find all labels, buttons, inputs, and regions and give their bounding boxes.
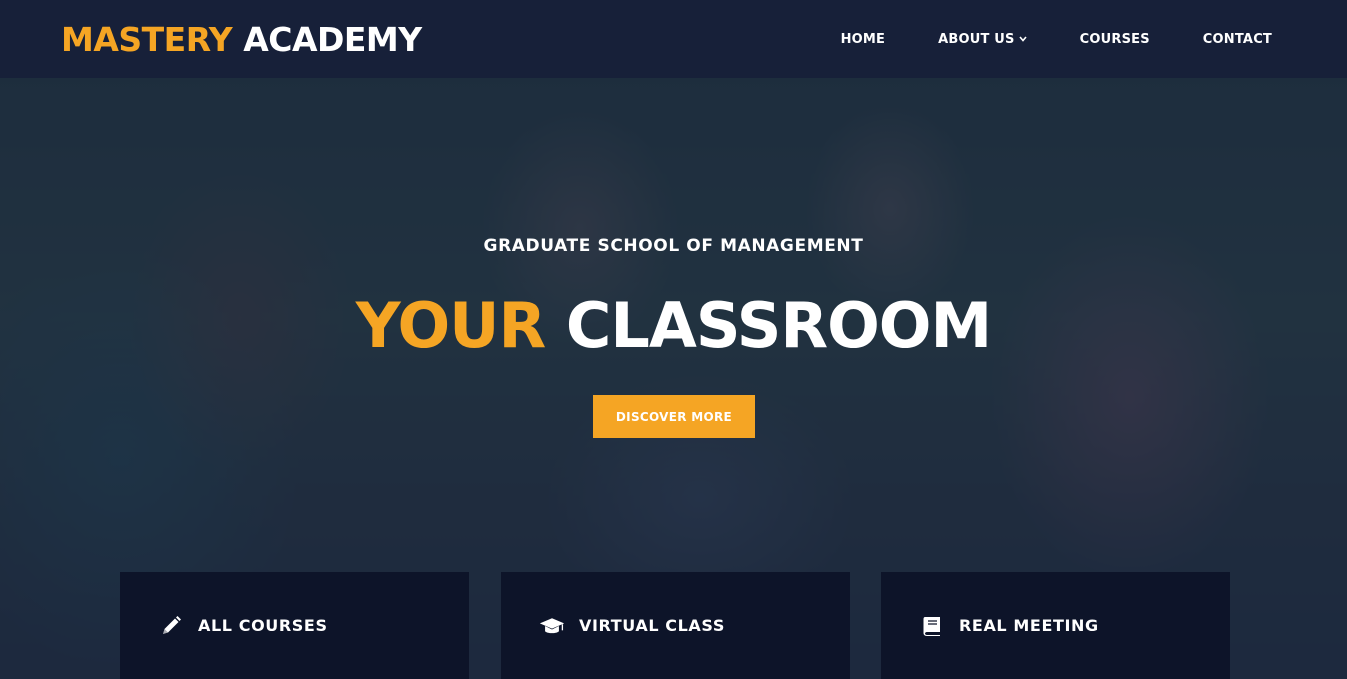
- nav-item-label: ABOUT US: [938, 31, 1015, 47]
- hero-headline: YOUR CLASSROOM: [0, 286, 1347, 366]
- site-logo[interactable]: MASTERY ACADEMY: [61, 20, 422, 59]
- graduation-cap-icon: [539, 615, 565, 637]
- logo-rest-text: ACADEMY: [243, 19, 422, 59]
- feature-card-virtual-class[interactable]: VIRTUAL CLASS: [501, 572, 850, 679]
- feature-card-real-meeting[interactable]: REAL MEETING: [881, 572, 1230, 679]
- pencil-icon: [158, 615, 184, 637]
- page: MASTERY ACADEMY HOME ABOUT US COURSES CO…: [0, 0, 1347, 679]
- feature-card-label: VIRTUAL CLASS: [579, 616, 725, 635]
- nav-item-contact[interactable]: CONTACT: [1203, 32, 1272, 47]
- nav-item-courses[interactable]: COURSES: [1080, 32, 1150, 47]
- feature-card-label: ALL COURSES: [198, 616, 328, 635]
- hero-section: GRADUATE SCHOOL OF MANAGEMENT YOUR CLASS…: [0, 78, 1347, 679]
- nav-item-label: CONTACT: [1202, 31, 1272, 47]
- navbar: MASTERY ACADEMY HOME ABOUT US COURSES CO…: [0, 0, 1347, 78]
- discover-more-button[interactable]: DISCOVER MORE: [593, 395, 755, 438]
- logo-accent-text: MASTERY: [61, 19, 233, 59]
- main-nav: HOME ABOUT US COURSES CONTACT: [841, 32, 1272, 47]
- nav-item-home[interactable]: HOME: [841, 32, 886, 47]
- nav-item-label: HOME: [840, 31, 886, 47]
- book-icon: [919, 615, 945, 637]
- headline-rest: CLASSROOM: [565, 289, 992, 362]
- headline-accent: YOUR: [355, 289, 546, 362]
- feature-card-label: REAL MEETING: [959, 616, 1099, 635]
- feature-card-all-courses[interactable]: ALL COURSES: [120, 572, 469, 679]
- feature-cards: ALL COURSES VIRTUAL CLASS REAL MEETING: [0, 572, 1347, 679]
- chevron-down-icon: [1019, 36, 1027, 42]
- hero-subtitle: GRADUATE SCHOOL OF MANAGEMENT: [483, 236, 864, 256]
- nav-item-label: COURSES: [1079, 31, 1150, 47]
- nav-item-about-us[interactable]: ABOUT US: [938, 32, 1027, 47]
